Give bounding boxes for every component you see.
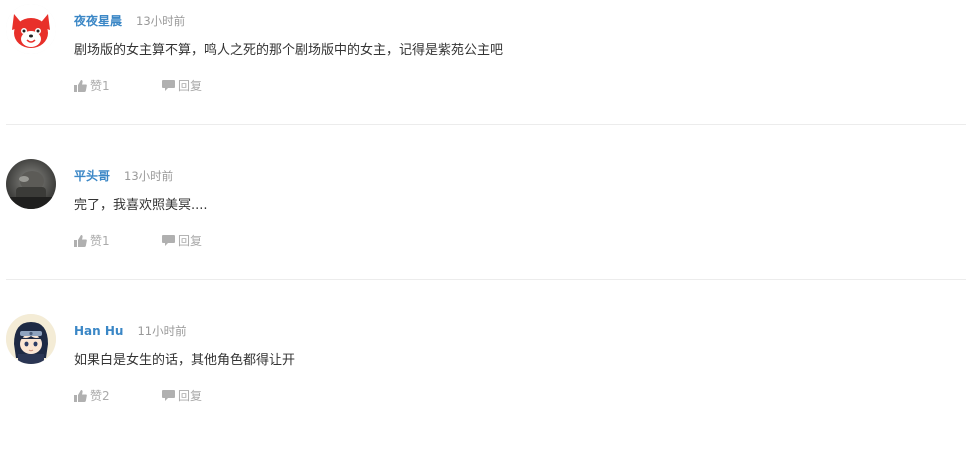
comment-item: 夜夜星晨 13小时前 剧场版的女主算不算，鸣人之死的那个剧场版中的女主，记得是紫苑… <box>0 0 966 155</box>
timestamp: 11小时前 <box>137 324 187 338</box>
comment-meta: 夜夜星晨 13小时前 <box>74 10 185 28</box>
like-button[interactable]: 赞1 <box>74 232 110 249</box>
thumbs-up-icon <box>74 389 87 402</box>
speech-bubble-icon <box>162 389 175 401</box>
like-count-label: 赞1 <box>90 79 110 93</box>
comment-list: 夜夜星晨 13小时前 剧场版的女主算不算，鸣人之死的那个剧场版中的女主，记得是紫苑… <box>0 0 966 406</box>
comment-meta: 平头哥 13小时前 <box>74 165 173 183</box>
reply-button[interactable]: 回复 <box>162 232 202 249</box>
red-fox-avatar-icon[interactable] <box>6 4 56 54</box>
comment-item: 平头哥 13小时前 完了，我喜欢照美冥.... 赞1 回复 <box>0 155 966 310</box>
reply-button[interactable]: 回复 <box>162 387 202 404</box>
reply-label: 回复 <box>178 234 203 248</box>
timestamp: 13小时前 <box>136 14 186 28</box>
thumbs-up-icon <box>74 79 87 92</box>
dark-photo-avatar-icon[interactable] <box>6 159 56 209</box>
reply-label: 回复 <box>178 389 203 403</box>
comment-meta: Han Hu 11小时前 <box>74 320 187 338</box>
like-count-label: 赞1 <box>90 234 110 248</box>
thumbs-up-icon <box>74 234 87 247</box>
author-name[interactable]: 平头哥 <box>74 169 110 183</box>
author-name[interactable]: Han Hu <box>74 324 123 338</box>
reply-label: 回复 <box>178 79 203 93</box>
reply-button[interactable]: 回复 <box>162 77 202 94</box>
speech-bubble-icon <box>162 79 175 91</box>
comment-item: Han Hu 11小时前 如果白是女生的话，其他角色都得让开 赞2 回复 <box>0 310 966 465</box>
comment-divider <box>6 124 966 125</box>
author-name[interactable]: 夜夜星晨 <box>74 14 122 28</box>
timestamp: 13小时前 <box>124 169 174 183</box>
like-button[interactable]: 赞1 <box>74 77 110 94</box>
comment-text: 如果白是女生的话，其他角色都得让开 <box>74 353 296 368</box>
comment-text: 剧场版的女主算不算，鸣人之死的那个剧场版中的女主，记得是紫苑公主吧 <box>74 43 504 58</box>
anime-ninja-avatar-icon[interactable] <box>6 314 56 364</box>
like-button[interactable]: 赞2 <box>74 387 110 404</box>
speech-bubble-icon <box>162 234 175 246</box>
like-count-label: 赞2 <box>90 389 110 403</box>
comment-divider <box>6 279 966 280</box>
comment-text: 完了，我喜欢照美冥.... <box>74 198 208 213</box>
